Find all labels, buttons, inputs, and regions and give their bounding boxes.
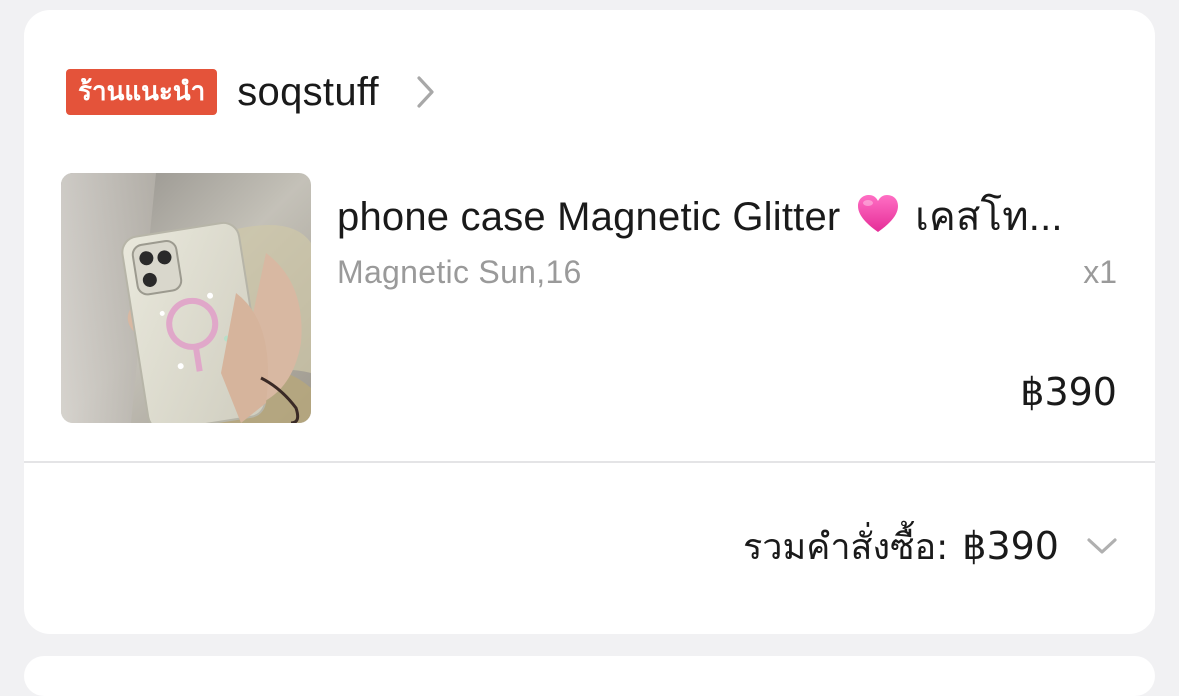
product-variant: Magnetic Sun,16 — [337, 254, 582, 290]
shop-header[interactable]: ร้านแนะนำ soqstuff — [66, 68, 437, 116]
order-total-row[interactable]: รวมคำสั่งซื้อ: ฿390 — [743, 518, 1119, 574]
product-quantity: x1 — [1083, 254, 1117, 290]
next-order-card — [24, 656, 1155, 696]
product-title[interactable]: phone case Magnetic Glitter เคสโท... — [337, 184, 1117, 248]
heart-icon — [857, 195, 898, 232]
product-price: ฿390 — [1020, 370, 1117, 414]
divider — [24, 461, 1155, 463]
product-title-text: phone case Magnetic Glitter — [337, 195, 841, 239]
order-total-label: รวมคำสั่งซื้อ: — [742, 526, 949, 568]
shop-name[interactable]: soqstuff — [237, 70, 379, 115]
order-card: ร้านแนะนำ soqstuff phone case Magnetic G… — [24, 10, 1155, 634]
product-thumbnail[interactable] — [61, 173, 311, 423]
chevron-down-icon[interactable] — [1085, 536, 1119, 556]
chevron-right-icon[interactable] — [415, 72, 437, 112]
order-total-value: ฿390 — [962, 524, 1059, 568]
product-title-suffix: เคสโท... — [915, 195, 1063, 239]
recommended-shop-badge: ร้านแนะนำ — [66, 69, 218, 115]
